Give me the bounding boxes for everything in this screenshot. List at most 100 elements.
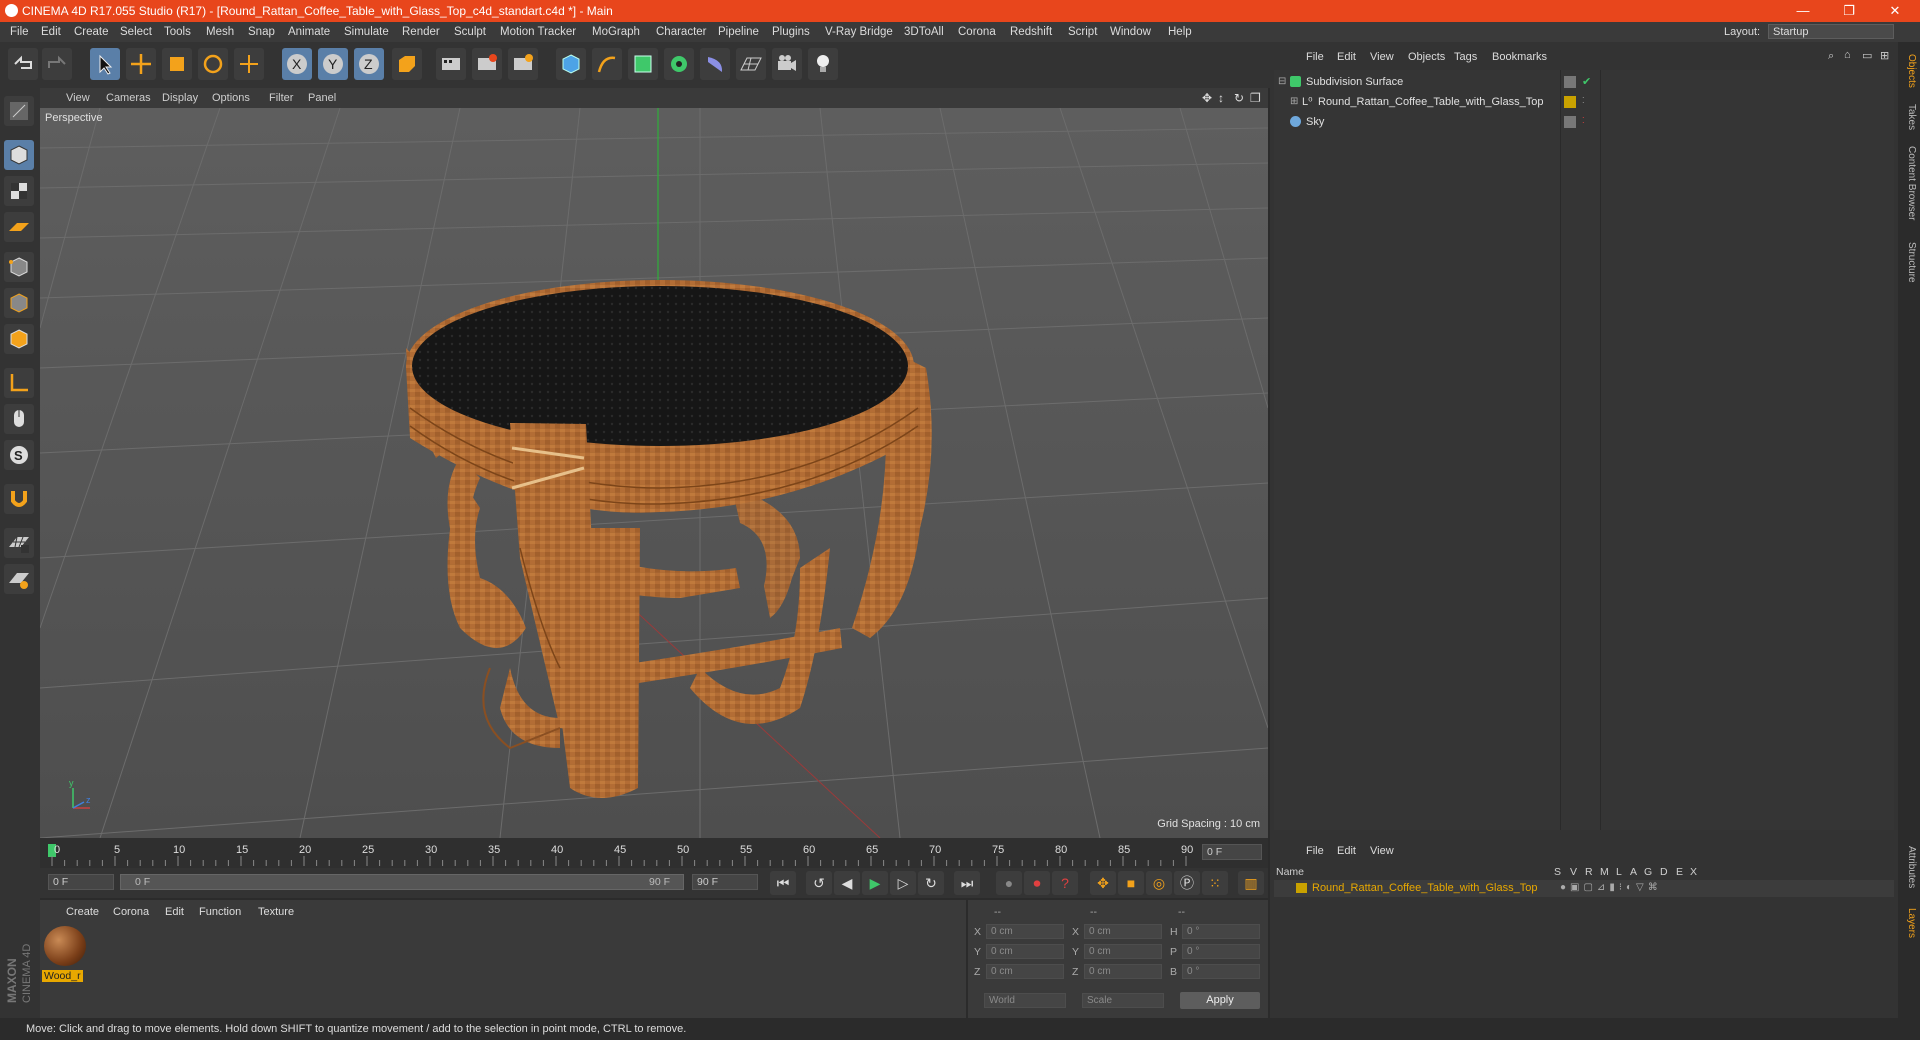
viewport-zoom-icon[interactable]: ↕ (1218, 91, 1224, 105)
menu-animate[interactable]: Animate (288, 26, 330, 38)
viewport-menu-filter[interactable]: Filter (269, 92, 293, 104)
coord-size-x-field[interactable]: 0 cm (1084, 924, 1162, 939)
menu-help[interactable]: Help (1168, 26, 1192, 38)
material-menu-edit[interactable]: Edit (165, 906, 184, 918)
object-row-sky[interactable]: Sky ⁚ (1274, 114, 1894, 131)
edges-mode-button[interactable] (4, 288, 34, 318)
play-button[interactable]: ▶ (862, 871, 888, 895)
undo-button[interactable] (8, 48, 38, 80)
viewport-menu-panel[interactable]: Panel (308, 92, 336, 104)
close-button[interactable]: ✕ (1872, 0, 1918, 22)
move-tool-button[interactable] (126, 48, 156, 80)
menu-mograph[interactable]: MoGraph (592, 26, 640, 38)
tab-structure[interactable]: Structure (1901, 242, 1917, 283)
menu-script[interactable]: Script (1068, 26, 1097, 38)
workplane-mode-button[interactable] (4, 212, 34, 242)
new-view-icon[interactable]: ▭ (1862, 49, 1872, 62)
render-settings-button[interactable] (508, 48, 538, 80)
layer-row[interactable]: Round_Rattan_Coffee_Table_with_Glass_Top… (1274, 880, 1894, 897)
object-name[interactable]: Subdivision Surface (1306, 76, 1403, 88)
obj-menu-objects[interactable]: Objects (1408, 51, 1445, 63)
menu-character[interactable]: Character (656, 26, 707, 38)
scale-tool-button[interactable] (162, 48, 192, 80)
light-object-button[interactable] (808, 48, 838, 80)
menu-create[interactable]: Create (74, 26, 109, 38)
cloner-button[interactable] (664, 48, 694, 80)
next-key-button[interactable]: ↻ (918, 871, 944, 895)
obj-menu-edit[interactable]: Edit (1337, 51, 1356, 63)
home-icon[interactable]: ⌂ (1844, 49, 1851, 61)
coord-rot-b-field[interactable]: 0 ° (1182, 964, 1260, 979)
coord-pos-z-field[interactable]: 0 cm (986, 964, 1064, 979)
menu-file[interactable]: File (10, 26, 29, 38)
menu-sculpt[interactable]: Sculpt (454, 26, 486, 38)
timeline-ruler[interactable]: 0 5 10 15 20 25 30 35 40 45 50 55 60 65 … (40, 838, 1268, 868)
viewport-menu-view[interactable]: View (66, 92, 90, 104)
tab-attributes[interactable]: Attributes (1901, 846, 1917, 888)
y-axis-lock-button[interactable]: Y (318, 48, 348, 80)
go-to-start-button[interactable]: ⏮ (770, 871, 796, 895)
texture-mode-button[interactable] (4, 176, 34, 206)
minimize-button[interactable]: — (1780, 0, 1826, 22)
rotate-tool-button[interactable] (198, 48, 228, 80)
key-parameter-button[interactable]: Ⓟ (1174, 871, 1200, 895)
viewport-menu-display[interactable]: Display (162, 92, 198, 104)
tab-layers[interactable]: Layers (1901, 908, 1917, 938)
previous-key-button[interactable]: ↺ (806, 871, 832, 895)
record-active-button[interactable]: ● (996, 871, 1022, 895)
viewport-menu-options[interactable]: Options (212, 92, 250, 104)
coord-size-z-field[interactable]: 0 cm (1084, 964, 1162, 979)
transform-tool-button[interactable] (234, 48, 264, 80)
menu-tools[interactable]: Tools (164, 26, 191, 38)
object-row-subdivision-surface[interactable]: ⊟ Subdivision Surface ✔ (1274, 74, 1894, 91)
go-to-end-button[interactable]: ⏭ (954, 871, 980, 895)
x-axis-lock-button[interactable]: X (282, 48, 312, 80)
keyframe-selection-button[interactable]: ? (1052, 871, 1078, 895)
floor-object-button[interactable] (736, 48, 766, 80)
viewport-maximize-icon[interactable]: ❐ (1250, 91, 1261, 105)
restore-button[interactable]: ❐ (1826, 0, 1872, 22)
menu-corona[interactable]: Corona (958, 26, 996, 38)
search-icon[interactable]: ⌕ (1828, 50, 1834, 63)
polygons-mode-button[interactable] (4, 324, 34, 354)
deformer-button[interactable] (700, 48, 730, 80)
key-rotation-button[interactable]: ◎ (1146, 871, 1172, 895)
menu-pipeline[interactable]: Pipeline (718, 26, 759, 38)
magnet-tool-button[interactable] (4, 484, 34, 514)
3d-viewport[interactable]: y z Perspective Grid Spacing : 10 cm (40, 108, 1268, 838)
coord-rot-h-field[interactable]: 0 ° (1182, 924, 1260, 939)
redo-button[interactable] (42, 48, 72, 80)
coordinate-system-button[interactable] (392, 48, 422, 80)
cube-object-button[interactable] (556, 48, 586, 80)
layer-menu-file[interactable]: File (1306, 845, 1324, 857)
tab-objects[interactable]: Objects (1901, 54, 1917, 88)
menu-simulate[interactable]: Simulate (344, 26, 389, 38)
tab-content-browser[interactable]: Content Browser (1901, 146, 1917, 220)
layer-name[interactable]: Round_Rattan_Coffee_Table_with_Glass_Top (1312, 882, 1537, 894)
key-position-button[interactable]: ✥ (1090, 871, 1116, 895)
tweak-mode-button[interactable] (4, 404, 34, 434)
material-menu-create[interactable]: Create (66, 906, 99, 918)
obj-menu-bookmarks[interactable]: Bookmarks (1492, 51, 1547, 63)
current-frame-field[interactable]: 0 F (1202, 844, 1262, 860)
expand-icon[interactable]: ⊞ (1880, 49, 1889, 62)
object-name[interactable]: Sky (1306, 116, 1324, 128)
points-mode-button[interactable] (4, 252, 34, 282)
coord-pos-x-field[interactable]: 0 cm (986, 924, 1064, 939)
menu-motion-tracker[interactable]: Motion Tracker (500, 26, 576, 38)
locked-workplane-button[interactable] (4, 564, 34, 594)
material-menu-corona[interactable]: Corona (113, 906, 149, 918)
make-editable-button[interactable] (4, 96, 34, 126)
collapse-icon[interactable]: ⊟ (1278, 76, 1286, 87)
next-frame-button[interactable]: ▷ (890, 871, 916, 895)
pen-spline-button[interactable] (592, 48, 622, 80)
menu-redshift[interactable]: Redshift (1010, 26, 1052, 38)
coord-size-mode-select[interactable]: Scale (1082, 993, 1164, 1008)
start-frame-field[interactable]: 0 F (48, 874, 114, 890)
menu-vray-bridge[interactable]: V-Ray Bridge (825, 26, 893, 38)
previous-frame-button[interactable]: ◀ (834, 871, 860, 895)
visibility-dots-icon[interactable]: ⁚ (1582, 116, 1585, 125)
z-axis-lock-button[interactable]: Z (354, 48, 384, 80)
key-scale-button[interactable]: ■ (1118, 871, 1144, 895)
expand-icon[interactable]: ⊞ (1290, 96, 1298, 107)
